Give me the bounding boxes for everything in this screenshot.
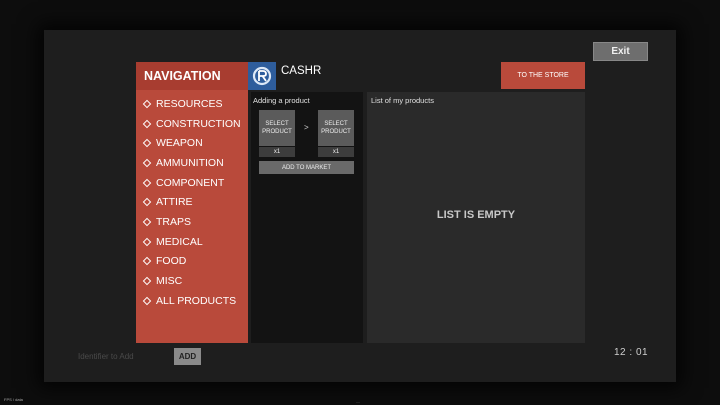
nav-item-weapon[interactable]: WEAPON (136, 133, 248, 153)
diamond-bullet-icon (142, 119, 152, 128)
nav-item-label: WEAPON (156, 137, 203, 150)
nav-item-all-products[interactable]: ALL PRODUCTS (136, 291, 248, 311)
nav-item-misc[interactable]: MISC (136, 271, 248, 291)
diamond-bullet-icon (142, 198, 152, 207)
app-name: CASHR (281, 65, 322, 77)
corner-status-text: FPS / data (4, 397, 23, 402)
bottom-center-mark: — (356, 399, 360, 404)
diamond-bullet-icon (142, 138, 152, 148)
add-identifier-button[interactable]: ADD (174, 348, 201, 365)
diamond-bullet-icon (142, 276, 152, 286)
quantity-right[interactable]: x1 (318, 147, 354, 157)
nav-item-label: ALL PRODUCTS (156, 294, 237, 307)
nav-item-construction[interactable]: CONSTRUCTION (136, 114, 248, 134)
diamond-bullet-icon (142, 237, 152, 246)
nav-item-food[interactable]: FOOD (136, 252, 248, 272)
nav-item-attire[interactable]: ATTIRE (136, 192, 248, 212)
nav-item-label: ATTIRE (156, 196, 193, 209)
nav-item-traps[interactable]: TRAPS (136, 212, 248, 232)
add-product-panel: Adding a product SELECT PRODUCT x1 > SEL… (251, 92, 363, 343)
navigation-list: RESOURCES CONSTRUCTION WEAPON AMMUNITION… (136, 90, 248, 311)
exit-button[interactable]: Exit (593, 42, 648, 61)
nav-item-ammunition[interactable]: AMMUNITION (136, 153, 248, 173)
clock: 12 : 01 (614, 347, 649, 358)
nav-item-resources[interactable]: RESOURCES (136, 94, 248, 114)
diamond-bullet-icon (142, 178, 152, 187)
select-product-slot-left[interactable]: SELECT PRODUCT (259, 110, 295, 146)
nav-item-medical[interactable]: MEDICAL (136, 232, 248, 252)
my-products-title: List of my products (371, 96, 434, 105)
nav-item-label: MISC (156, 275, 183, 288)
navigation-title: NAVIGATION (136, 62, 248, 90)
diamond-bullet-icon (142, 158, 152, 168)
diamond-bullet-icon (142, 296, 152, 305)
identifier-input[interactable] (74, 349, 178, 363)
my-products-panel: List of my products LIST IS EMPTY (367, 92, 585, 343)
nav-item-label: TRAPS (156, 215, 192, 228)
select-product-slot-right[interactable]: SELECT PRODUCT (318, 110, 354, 146)
nav-item-label: FOOD (156, 255, 187, 268)
diamond-bullet-icon (142, 257, 152, 266)
nav-item-label: CONSTRUCTION (156, 117, 241, 130)
nav-item-label: COMPONENT (156, 176, 225, 189)
add-product-title: Adding a product (253, 96, 310, 105)
quantity-left[interactable]: x1 (259, 147, 295, 157)
diamond-bullet-icon (142, 217, 152, 227)
nav-item-label: AMMUNITION (156, 156, 224, 169)
nav-item-label: MEDICAL (156, 235, 203, 248)
nav-item-label: RESOURCES (156, 97, 223, 110)
to-the-store-button[interactable]: TO THE STORE (501, 62, 585, 89)
diamond-bullet-icon (142, 99, 152, 109)
nav-item-component[interactable]: COMPONENT (136, 173, 248, 193)
add-to-market-button[interactable]: ADD TO MARKET (259, 161, 354, 174)
navigation-panel: NAVIGATION RESOURCES CONSTRUCTION WEAPON… (136, 62, 248, 343)
empty-list-message: LIST IS EMPTY (436, 209, 516, 221)
cashr-logo-icon (248, 62, 276, 90)
arrow-right-icon: > (304, 123, 309, 132)
